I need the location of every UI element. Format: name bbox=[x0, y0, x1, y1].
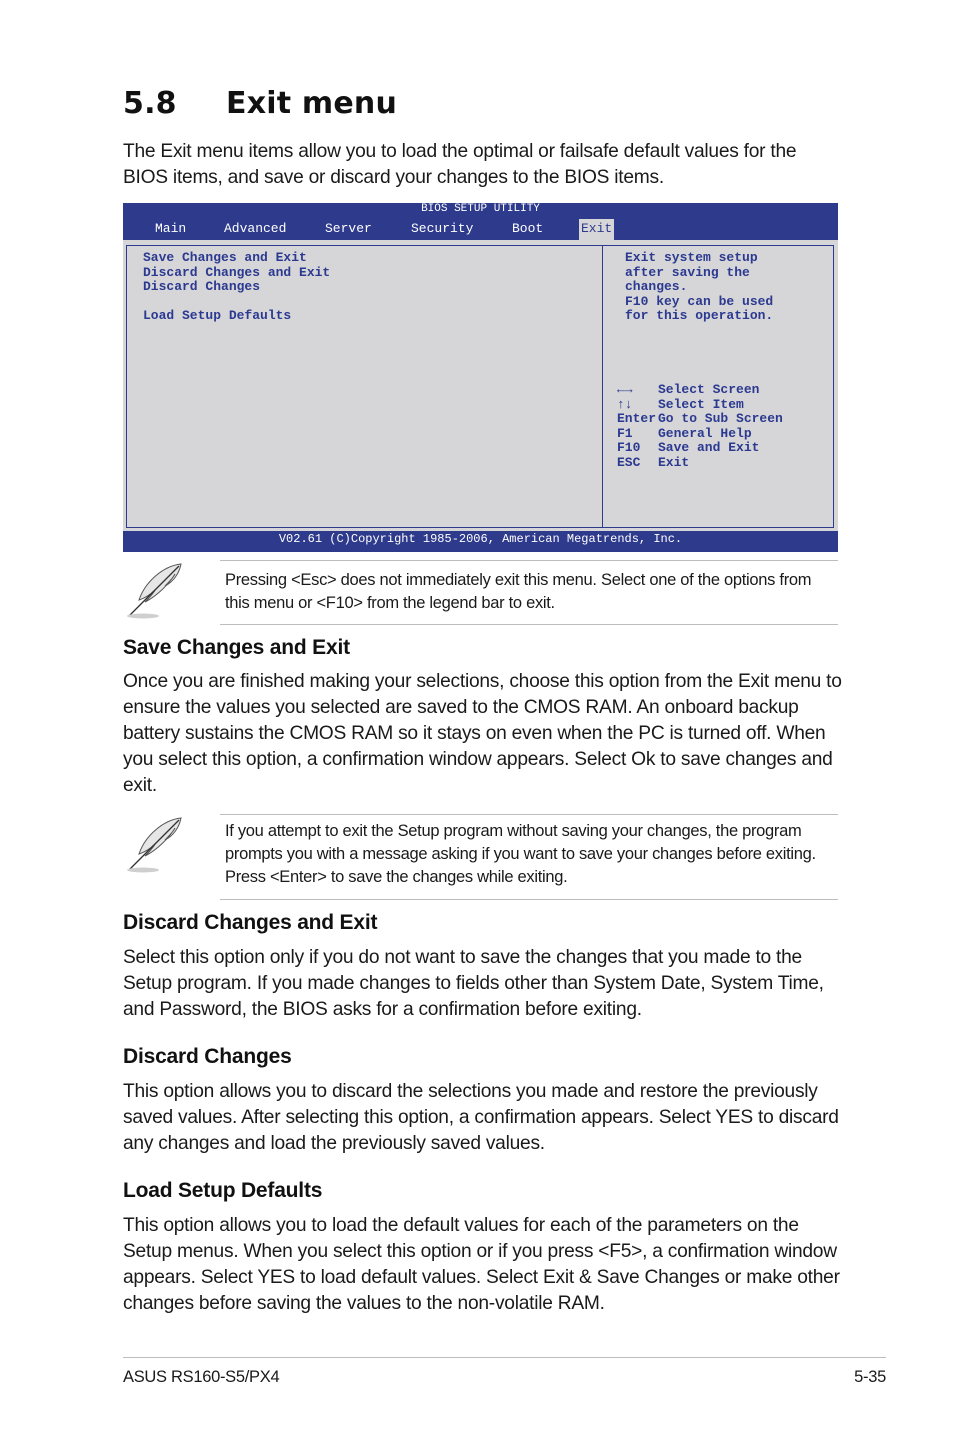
paragraph-discard-changes: This option allows you to discard the se… bbox=[123, 1081, 839, 1154]
legend-key: ↑↓ bbox=[617, 396, 633, 412]
note-bottom-rule bbox=[220, 899, 838, 900]
section-number: 5.8 bbox=[123, 86, 177, 121]
help-line: changes. bbox=[625, 279, 688, 294]
menu-item-load-setup-defaults[interactable]: Load Setup Defaults bbox=[143, 308, 330, 324]
legend-key: ESC bbox=[617, 454, 641, 470]
legend-action: Save and Exit bbox=[658, 440, 760, 455]
page-title: 5.8 Exit menu bbox=[123, 86, 397, 121]
bios-panel-divider bbox=[602, 245, 603, 528]
bios-screen: BIOS SETUP UTILITY Main Advanced Server … bbox=[123, 203, 838, 552]
legend-key: F10 bbox=[617, 440, 641, 455]
menu-item-save-changes-and-exit[interactable]: Save Changes and Exit bbox=[143, 250, 330, 266]
bios-tabs: Main Advanced Server Security Boot Exit bbox=[123, 219, 838, 240]
legend-action: Go to Sub Screen bbox=[658, 411, 783, 426]
legend-row: F1 General Help bbox=[617, 425, 783, 442]
feather-pen-icon bbox=[127, 817, 182, 873]
bios-menu: Save Changes and Exit Discard Changes an… bbox=[143, 250, 330, 324]
section-title: Exit menu bbox=[226, 86, 398, 121]
heading-save-changes-and-exit: Save Changes and Exit bbox=[123, 636, 350, 659]
bios-top-bar: BIOS SETUP UTILITY Main Advanced Server … bbox=[123, 203, 838, 240]
bios-help-text: Exit system setup after saving the chang… bbox=[625, 250, 774, 324]
tab-security[interactable]: Security bbox=[409, 219, 475, 240]
bios-key-legend: ←→ Select Screen ↑↓ Select Item Enter Go to… bbox=[617, 382, 783, 471]
legend-action: General Help bbox=[658, 425, 752, 441]
heading-load-setup-defaults: Load Setup Defaults bbox=[123, 1179, 323, 1202]
paragraph-load-setup-defaults: This option allows you to load the defau… bbox=[123, 1215, 840, 1314]
paragraph-discard-changes-and-exit: Select this option only if you do not wa… bbox=[123, 947, 824, 1020]
tab-boot[interactable]: Boot bbox=[510, 219, 545, 240]
footer-rule bbox=[123, 1357, 886, 1358]
tab-server[interactable]: Server bbox=[323, 219, 374, 240]
legend-row: ESC Exit bbox=[617, 454, 783, 471]
note-top-rule bbox=[220, 814, 838, 815]
note-top-rule bbox=[220, 560, 838, 561]
legend-row: ←→ Select Screen bbox=[617, 382, 783, 398]
paragraph-save-changes-and-exit: Once you are finished making your select… bbox=[123, 671, 842, 796]
bios-title: BIOS SETUP UTILITY bbox=[421, 203, 540, 215]
note-text: If you attempt to exit the Setup program… bbox=[225, 822, 816, 886]
menu-item-discard-changes-and-exit[interactable]: Discard Changes and Exit bbox=[143, 265, 330, 281]
help-line: after saving the bbox=[625, 264, 750, 280]
legend-action: Select Item bbox=[658, 396, 744, 412]
help-line: F10 key can be used bbox=[625, 293, 774, 309]
help-line: Exit system setup bbox=[625, 250, 758, 265]
note-box: If you attempt to exit the Setup program… bbox=[123, 814, 838, 902]
heading-discard-changes-and-exit: Discard Changes and Exit bbox=[123, 911, 378, 934]
legend-key: ←→ bbox=[617, 382, 633, 397]
footer-page-number: 5-35 bbox=[854, 1368, 886, 1386]
note-box: Pressing <Esc> does not immediately exit… bbox=[123, 560, 838, 626]
tab-main[interactable]: Main bbox=[153, 219, 188, 240]
legend-key: Enter bbox=[617, 411, 657, 426]
tab-exit[interactable]: Exit bbox=[579, 219, 615, 240]
legend-row: ↑↓ Select Item bbox=[617, 396, 783, 413]
note-text: Pressing <Esc> does not immediately exit… bbox=[225, 571, 812, 612]
legend-action: Exit bbox=[658, 454, 690, 470]
footer-product-name: ASUS RS160-S5/PX4 bbox=[123, 1368, 280, 1386]
feather-pen-icon bbox=[127, 563, 182, 619]
tab-advanced[interactable]: Advanced bbox=[222, 219, 288, 240]
menu-spacer bbox=[143, 295, 330, 310]
heading-discard-changes: Discard Changes bbox=[123, 1045, 292, 1068]
legend-action: Select Screen bbox=[658, 382, 760, 397]
legend-key: F1 bbox=[617, 425, 633, 441]
bios-copyright-bar: V02.61 (C)Copyright 1985-2006, American … bbox=[123, 531, 838, 552]
help-line: for this operation. bbox=[625, 308, 774, 323]
note-bottom-rule bbox=[220, 624, 838, 625]
menu-item-discard-changes[interactable]: Discard Changes bbox=[143, 279, 330, 295]
legend-row: Enter Go to Sub Screen bbox=[617, 411, 783, 427]
legend-row: F10 Save and Exit bbox=[617, 440, 783, 456]
intro-paragraph: The Exit menu items allow you to load th… bbox=[123, 141, 797, 188]
